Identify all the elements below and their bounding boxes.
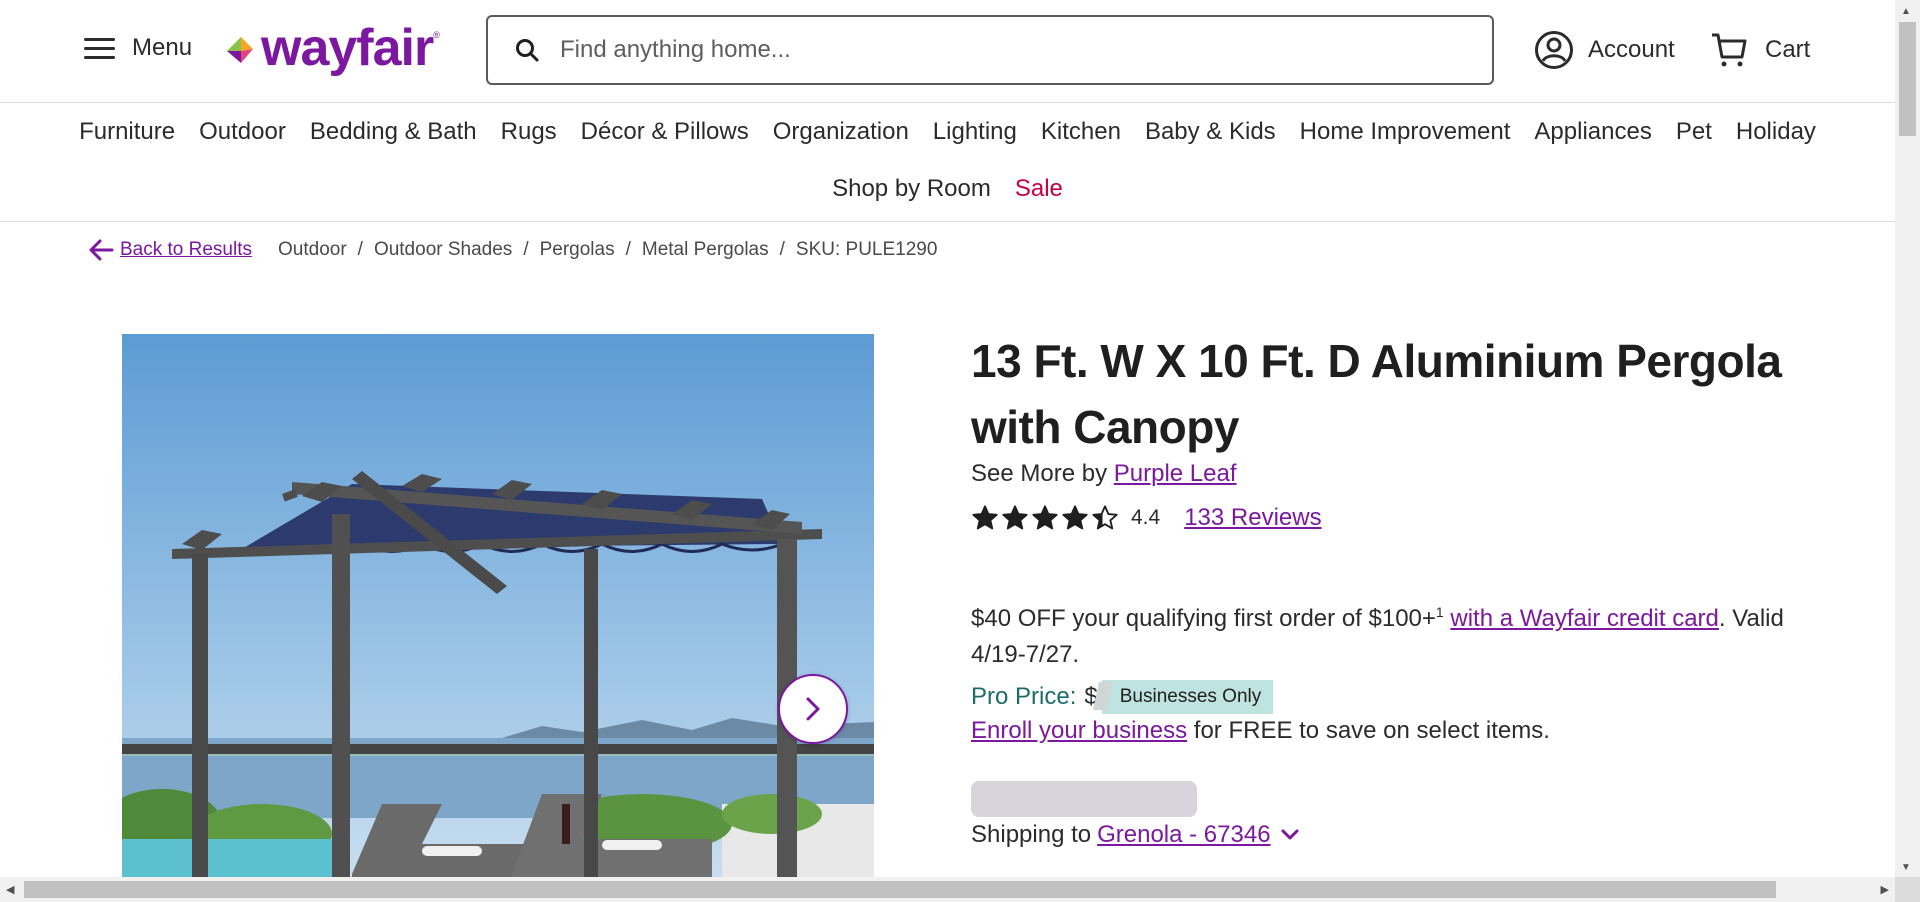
price-loading-placeholder <box>971 781 1197 817</box>
nav-item-shop-by-room[interactable]: Shop by Room <box>820 175 1003 203</box>
nav-item-sale[interactable]: Sale <box>1003 175 1075 203</box>
vertical-scroll-thumb[interactable] <box>1899 22 1916 136</box>
nav-item-outdoor[interactable]: Outdoor <box>187 118 298 146</box>
rating-value: 4.4 <box>1131 506 1161 529</box>
cart-icon <box>1712 33 1747 67</box>
nav-item-pet[interactable]: Pet <box>1664 118 1724 146</box>
cart-label: Cart <box>1765 36 1811 63</box>
breadcrumb-item[interactable]: Metal Pergolas <box>642 239 769 261</box>
credit-card-promo: $40 OFF your qualifying first order of $… <box>971 604 1784 668</box>
menu-button[interactable]: Menu <box>84 34 192 62</box>
search-bar[interactable]: Find anything home... <box>486 15 1494 85</box>
horizontal-scrollbar[interactable]: ◀ ▶ <box>0 877 1895 902</box>
account-icon <box>1535 31 1573 69</box>
nav-item-home-improvement[interactable]: Home Improvement <box>1288 118 1523 146</box>
nav-item-kitchen[interactable]: Kitchen <box>1029 118 1133 146</box>
breadcrumb-sku: SKU: PULE1290 <box>795 239 938 260</box>
scroll-right-arrow[interactable]: ▶ <box>1881 883 1889 896</box>
pergola-illustration <box>122 334 874 878</box>
credit-card-link[interactable]: with a Wayfair credit card <box>1450 605 1719 632</box>
next-image-button[interactable] <box>778 674 848 744</box>
scroll-down-arrow[interactable]: ▼ <box>1901 862 1911 873</box>
breadcrumb-item[interactable]: Outdoor Shades <box>374 239 512 261</box>
hamburger-icon <box>84 36 116 60</box>
nav-item-decor-pillows[interactable]: Décor & Pillows <box>569 118 761 146</box>
nav-item-rugs[interactable]: Rugs <box>489 118 569 146</box>
pro-price-label: Pro Price: <box>971 683 1077 710</box>
menu-label: Menu <box>132 34 193 61</box>
arrow-left-icon[interactable] <box>88 238 114 262</box>
category-row-primary: Furniture Outdoor Bedding & Bath Rugs Dé… <box>0 118 1895 146</box>
breadcrumb-item[interactable]: Outdoor <box>278 239 347 261</box>
breadcrumb-item[interactable]: Pergolas <box>540 239 615 261</box>
cart-button[interactable]: Cart <box>1709 30 1810 70</box>
pro-price-row: Pro Price: $ Businesses Only <box>971 677 1831 717</box>
account-label: Account <box>1588 36 1675 63</box>
logo-wordmark: wayfair <box>261 19 434 77</box>
wayfair-logo[interactable]: wayfair ® <box>223 22 440 74</box>
product-info: 13 Ft. W X 10 Ft. D Aluminium Pergola wi… <box>971 328 1831 849</box>
see-more-by: See More by Purple Leaf <box>971 460 1237 487</box>
nav-item-baby-kids[interactable]: Baby & Kids <box>1133 118 1288 146</box>
category-nav: Furniture Outdoor Bedding & Bath Rugs Dé… <box>0 103 1895 222</box>
enroll-business-link[interactable]: Enroll your business <box>971 717 1187 744</box>
horizontal-scroll-thumb[interactable] <box>24 881 1776 898</box>
chevron-down-icon[interactable] <box>1279 825 1301 845</box>
nav-item-lighting[interactable]: Lighting <box>921 118 1029 146</box>
shipping-location-link[interactable]: Grenola - 67346 <box>1097 821 1270 849</box>
nav-item-appliances[interactable]: Appliances <box>1522 118 1663 146</box>
logo-pinwheel-icon <box>227 37 253 63</box>
category-row-secondary: Shop by Room Sale <box>0 175 1895 203</box>
scroll-up-arrow[interactable]: ▲ <box>1901 6 1911 17</box>
chevron-right-icon <box>806 697 820 721</box>
back-to-results-link[interactable]: Back to Results <box>120 239 252 261</box>
star-icon <box>1002 505 1028 530</box>
star-icon <box>1032 505 1058 530</box>
account-button[interactable]: Account <box>1534 30 1675 70</box>
site-header: Menu wayfair ® Find anything home... Acc… <box>0 0 1895 103</box>
brand-link[interactable]: Purple Leaf <box>1114 460 1237 487</box>
star-icon <box>1062 505 1088 530</box>
vertical-scrollbar[interactable]: ▲ ▼ <box>1895 0 1920 877</box>
reviews-link[interactable]: 133 Reviews <box>1184 504 1321 532</box>
nav-item-organization[interactable]: Organization <box>761 118 921 146</box>
search-icon <box>516 39 539 62</box>
product-image[interactable] <box>122 334 874 878</box>
star-icon <box>972 505 998 530</box>
product-title: 13 Ft. W X 10 Ft. D Aluminium Pergola wi… <box>971 335 1782 453</box>
search-input[interactable]: Find anything home... <box>560 36 791 64</box>
star-icon <box>1092 505 1118 530</box>
nav-item-furniture[interactable]: Furniture <box>67 118 187 146</box>
nav-item-bedding-bath[interactable]: Bedding & Bath <box>298 118 489 146</box>
scroll-left-arrow[interactable]: ◀ <box>6 883 14 896</box>
businesses-only-badge: Businesses Only <box>1101 680 1274 714</box>
scrollbar-corner <box>1895 877 1920 902</box>
shipping-row: Shipping to Grenola - 67346 <box>971 821 1831 849</box>
enroll-row: Enroll your business for FREE to save on… <box>971 717 1550 744</box>
rating-row: 4.4 133 Reviews <box>971 504 1831 532</box>
breadcrumb: Back to Results Outdoor / Outdoor Shades… <box>88 238 937 262</box>
star-rating <box>971 504 1119 532</box>
nav-item-holiday[interactable]: Holiday <box>1724 118 1828 146</box>
